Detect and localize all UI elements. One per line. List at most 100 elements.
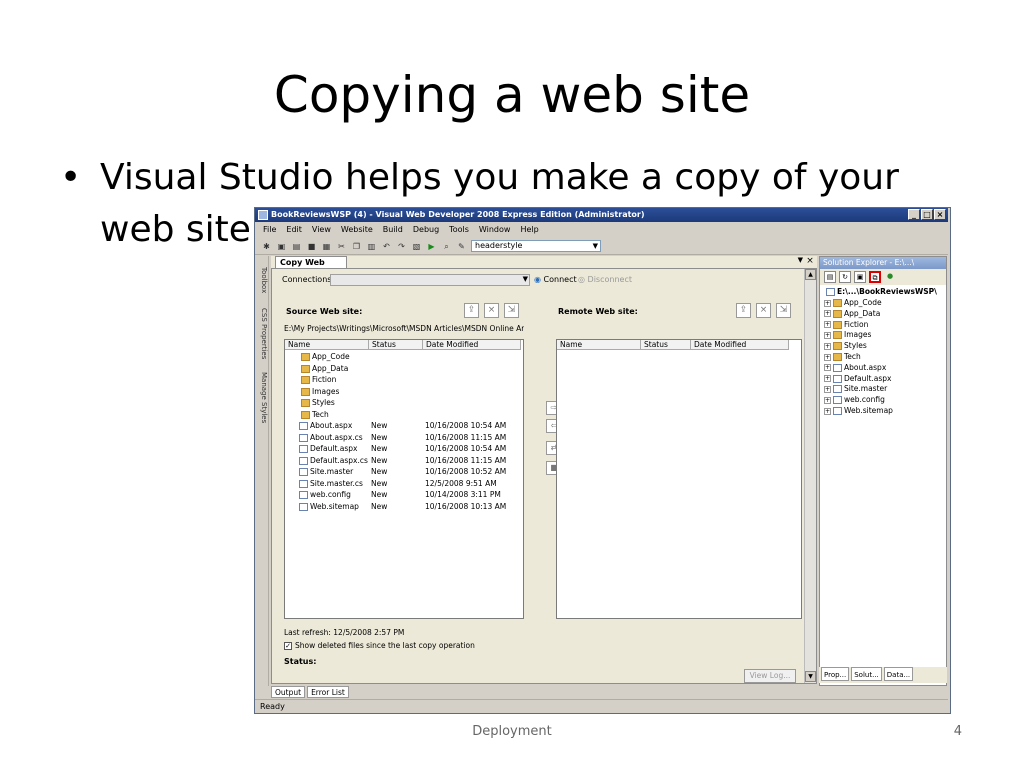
view-log-button[interactable]: View Log... bbox=[744, 669, 796, 683]
tree-item[interactable]: + App_Code bbox=[824, 298, 882, 309]
connections-combo[interactable]: ▼ bbox=[330, 274, 530, 286]
expand-icon[interactable]: + bbox=[824, 407, 831, 415]
file-icon bbox=[299, 491, 308, 499]
expand-icon[interactable]: + bbox=[824, 310, 831, 318]
copy-website-icon[interactable]: ⧉ bbox=[869, 271, 881, 283]
show-deleted-row: ✓ Show deleted files since the last copy… bbox=[284, 641, 475, 650]
tree-item[interactable]: + About.aspx bbox=[824, 363, 886, 374]
remote-column-header-status[interactable]: Status bbox=[641, 340, 691, 350]
file-status: New bbox=[371, 478, 388, 488]
menu-edit[interactable]: Edit bbox=[286, 223, 302, 237]
output-tab[interactable]: Output bbox=[271, 686, 306, 698]
open-icon[interactable]: ▤ bbox=[291, 241, 302, 252]
expand-icon[interactable]: + bbox=[824, 353, 831, 361]
disconnect-button[interactable]: ◎ Disconnect bbox=[578, 275, 632, 284]
maximize-button[interactable]: □ bbox=[921, 209, 933, 220]
remote-connect-icon[interactable]: ⇪ bbox=[736, 303, 751, 318]
column-header-date[interactable]: Date Modified bbox=[423, 340, 521, 350]
remote-column-header-name[interactable]: Name bbox=[557, 340, 641, 350]
file-icon bbox=[833, 374, 842, 383]
menu-help[interactable]: Help bbox=[520, 223, 538, 237]
expand-icon[interactable]: + bbox=[824, 321, 831, 329]
database-explorer-tab[interactable]: Data... bbox=[883, 667, 914, 681]
tree-item[interactable]: + Fiction bbox=[824, 320, 868, 331]
window-titlebar[interactable]: BookReviewsWSP (4) - Visual Web Develope… bbox=[255, 208, 948, 222]
undo-icon[interactable]: ↶ bbox=[381, 241, 392, 252]
expand-icon[interactable]: + bbox=[824, 299, 831, 307]
expand-icon[interactable]: + bbox=[824, 396, 831, 404]
expand-icon[interactable]: + bbox=[824, 331, 831, 339]
tree-item[interactable]: + Images bbox=[824, 330, 871, 341]
expand-icon[interactable]: + bbox=[824, 385, 831, 393]
file-icon bbox=[299, 456, 308, 465]
file-date: 10/16/2008 11:15 AM bbox=[425, 432, 507, 442]
properties-tab[interactable]: Prop... bbox=[821, 667, 850, 681]
find-icon[interactable]: ⌕ bbox=[441, 241, 452, 252]
vertical-scrollbar[interactable]: ▲ ▼ bbox=[804, 269, 816, 683]
visual-studio-window: BookReviewsWSP (4) - Visual Web Develope… bbox=[254, 207, 951, 714]
menu-file[interactable]: File bbox=[263, 223, 276, 237]
close-icon[interactable]: × bbox=[803, 256, 817, 266]
source-website-label: Source Web site: bbox=[286, 307, 363, 316]
source-connect-icon[interactable]: ⇪ bbox=[464, 303, 479, 318]
css-properties-tab[interactable]: CSS Properties bbox=[256, 304, 268, 364]
solution-explorer-tab[interactable]: Solut... bbox=[851, 667, 882, 681]
remote-delete-icon[interactable]: × bbox=[756, 303, 771, 318]
copy-icon[interactable]: ❐ bbox=[351, 241, 362, 252]
nest-icon[interactable]: ▣ bbox=[854, 271, 866, 283]
toolbox-tab[interactable]: Toolbox bbox=[256, 260, 268, 300]
add-item-icon[interactable]: ▣ bbox=[276, 241, 287, 252]
save-all-icon[interactable]: ▦ bbox=[321, 241, 332, 252]
error-list-tab[interactable]: Error List bbox=[307, 686, 349, 698]
menu-build[interactable]: Build bbox=[383, 223, 403, 237]
redo-icon[interactable]: ↷ bbox=[396, 241, 407, 252]
tree-item-label: Tech bbox=[844, 352, 861, 361]
config-icon[interactable]: ● bbox=[884, 271, 896, 283]
copy-web-tab[interactable]: Copy Web E:\...\ bbox=[275, 256, 347, 278]
cut-icon[interactable]: ✂ bbox=[336, 241, 347, 252]
tree-item[interactable]: + Tech bbox=[824, 352, 861, 363]
paste-icon[interactable]: ▥ bbox=[366, 241, 377, 252]
close-button[interactable]: × bbox=[934, 209, 946, 220]
menu-view[interactable]: View bbox=[312, 223, 331, 237]
menu-window[interactable]: Window bbox=[479, 223, 511, 237]
show-deleted-checkbox[interactable]: ✓ bbox=[284, 641, 292, 650]
menu-debug[interactable]: Debug bbox=[413, 223, 439, 237]
tree-root-label: E:\...\BookReviewsWSP\ bbox=[837, 287, 937, 296]
new-project-icon[interactable]: ✱ bbox=[261, 241, 272, 252]
tree-item[interactable]: + Default.aspx bbox=[824, 374, 892, 385]
scroll-down-icon[interactable]: ▼ bbox=[805, 671, 816, 682]
save-icon[interactable]: ■ bbox=[306, 241, 317, 252]
connect-button[interactable]: ◉ Connect bbox=[534, 275, 577, 284]
style-icon[interactable]: ✎ bbox=[456, 241, 467, 252]
start-debug-icon[interactable]: ▶ bbox=[426, 241, 437, 252]
expand-icon[interactable]: + bbox=[824, 364, 831, 372]
connect-icon: ◉ bbox=[534, 275, 541, 284]
tree-item[interactable]: + Site.master bbox=[824, 384, 887, 395]
remote-column-header-date[interactable]: Date Modified bbox=[691, 340, 789, 350]
expand-icon[interactable]: + bbox=[824, 375, 831, 383]
file-date: 10/16/2008 10:54 AM bbox=[425, 421, 507, 430]
folder-icon bbox=[301, 376, 310, 384]
tree-item[interactable]: + App_Data bbox=[824, 309, 880, 320]
tree-root[interactable]: E:\...\BookReviewsWSP\ bbox=[826, 287, 937, 298]
column-header-name[interactable]: Name bbox=[285, 340, 369, 350]
menu-tools[interactable]: Tools bbox=[449, 223, 469, 237]
style-combo[interactable]: headerstyle ▼ bbox=[471, 240, 601, 252]
navigate-icon[interactable]: ▧ bbox=[411, 241, 422, 252]
expand-icon[interactable]: + bbox=[824, 342, 831, 350]
refresh-icon[interactable]: ↻ bbox=[839, 271, 851, 283]
source-refresh-icon[interactable]: ⇲ bbox=[504, 303, 519, 318]
minimize-button[interactable]: _ bbox=[908, 209, 920, 220]
tree-item[interactable]: + web.config bbox=[824, 395, 885, 406]
menu-website[interactable]: Website bbox=[341, 223, 373, 237]
remote-refresh-icon[interactable]: ⇲ bbox=[776, 303, 791, 318]
solution-explorer-title[interactable]: Solution Explorer - E:\...\ bbox=[820, 257, 946, 269]
manage-styles-tab[interactable]: Manage Styles bbox=[256, 368, 268, 428]
properties-icon[interactable]: ▤ bbox=[824, 271, 836, 283]
column-header-status[interactable]: Status bbox=[369, 340, 423, 350]
source-delete-icon[interactable]: × bbox=[484, 303, 499, 318]
tree-item[interactable]: + Styles bbox=[824, 341, 867, 352]
scroll-up-icon[interactable]: ▲ bbox=[805, 269, 816, 280]
tree-item[interactable]: + Web.sitemap bbox=[824, 406, 893, 417]
